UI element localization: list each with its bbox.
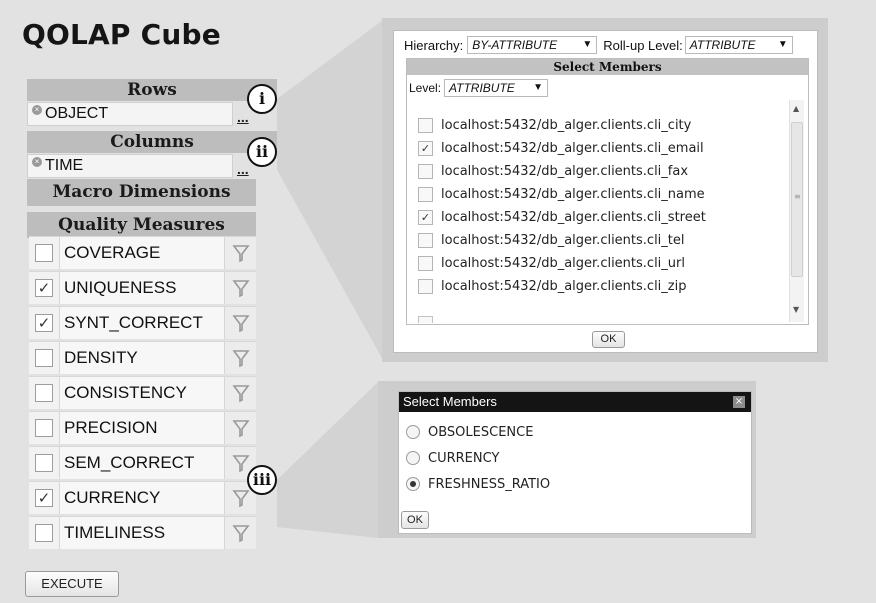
measure-ok-button[interactable]: OK <box>401 511 429 529</box>
option-label: FRESHNESS_RATIO <box>428 476 551 492</box>
member-item[interactable]: localhost:5432/db_alger.clients.cli_zip <box>418 275 788 297</box>
member-checkbox[interactable] <box>418 278 433 294</box>
option-label: CURRENCY <box>428 450 500 466</box>
close-icon[interactable]: × <box>733 396 745 408</box>
scrollbar-thumb[interactable]: ≡ <box>791 122 803 277</box>
measure-dialog-title: Select Members <box>403 394 497 409</box>
measure-dialog-titlebar: Select Members <box>399 392 751 412</box>
member-checkbox[interactable] <box>418 186 433 202</box>
members-ok-button[interactable]: OK <box>592 331 625 348</box>
hierarchy-select[interactable]: BY-ATTRIBUTE ▼ <box>467 36 598 54</box>
member-checkbox[interactable] <box>418 255 433 271</box>
measure-option[interactable]: CURRENCY <box>406 446 499 470</box>
hierarchy-bar: Hierarchy: BY-ATTRIBUTE ▼ Roll-up Level: … <box>404 36 793 54</box>
option-label: OBSOLESCENCE <box>428 424 534 440</box>
member-label: localhost:5432/db_alger.clients.cli_name <box>441 186 705 202</box>
rollup-select[interactable]: ATTRIBUTE ▼ <box>684 36 793 54</box>
scroll-up-icon[interactable]: ▲ <box>793 104 799 113</box>
radio-button-selected[interactable] <box>406 477 420 491</box>
dropdown-arrow-icon: ▼ <box>777 39 788 50</box>
select-members-title: Select Members <box>407 59 808 75</box>
member-checkbox[interactable] <box>418 232 433 248</box>
member-checkbox[interactable] <box>418 163 433 179</box>
member-label: localhost:5432/db_alger.clients.cli_url <box>441 255 685 271</box>
member-item[interactable]: localhost:5432/db_alger.clients.cli_city <box>418 114 788 136</box>
measure-option[interactable]: FRESHNESS_RATIO <box>406 472 550 496</box>
level-label: Level: <box>409 81 442 95</box>
member-item[interactable]: ✓ localhost:5432/db_alger.clients.cli_str… <box>418 206 788 228</box>
hierarchy-label: Hierarchy: <box>404 37 464 53</box>
member-label: localhost:5432/db_alger.clients.cli_zip <box>441 278 687 294</box>
radio-button[interactable] <box>406 451 420 465</box>
scroll-down-icon[interactable]: ▼ <box>793 305 799 314</box>
member-item[interactable]: localhost:5432/db_alger.clients.cli_tel <box>418 229 788 251</box>
member-item[interactable]: localhost:5432/db_alger.clients.cli_fax <box>418 160 788 182</box>
grip-icon: ≡ <box>794 192 801 201</box>
level-bar: Level: ATTRIBUTE ▼ <box>409 79 549 97</box>
rollup-label: Roll-up Level: <box>603 37 683 53</box>
member-item[interactable]: ✓ localhost:5432/db_alger.clients.cli_ema… <box>418 137 788 159</box>
member-checkbox[interactable] <box>418 117 433 133</box>
member-checkbox-clipped[interactable] <box>418 316 433 323</box>
member-item[interactable]: localhost:5432/db_alger.clients.cli_url <box>418 252 788 274</box>
measure-option[interactable]: OBSOLESCENCE <box>406 420 533 444</box>
member-label: localhost:5432/db_alger.clients.cli_city <box>441 117 692 133</box>
member-label: localhost:5432/db_alger.clients.cli_emai… <box>441 140 704 156</box>
level-select[interactable]: ATTRIBUTE ▼ <box>444 79 549 97</box>
member-item[interactable]: localhost:5432/db_alger.clients.cli_name <box>418 183 788 205</box>
radio-button[interactable] <box>406 425 420 439</box>
member-label: localhost:5432/db_alger.clients.cli_fax <box>441 163 689 179</box>
dropdown-arrow-icon: ▼ <box>582 39 593 50</box>
member-checkbox[interactable]: ✓ <box>418 140 433 156</box>
dropdown-arrow-icon: ▼ <box>533 82 544 93</box>
member-label: localhost:5432/db_alger.clients.cli_stre… <box>441 209 706 225</box>
member-label: localhost:5432/db_alger.clients.cli_tel <box>441 232 685 248</box>
members-scrollbar[interactable]: ▲ ≡ ▼ <box>789 100 804 322</box>
member-checkbox[interactable]: ✓ <box>418 209 433 225</box>
